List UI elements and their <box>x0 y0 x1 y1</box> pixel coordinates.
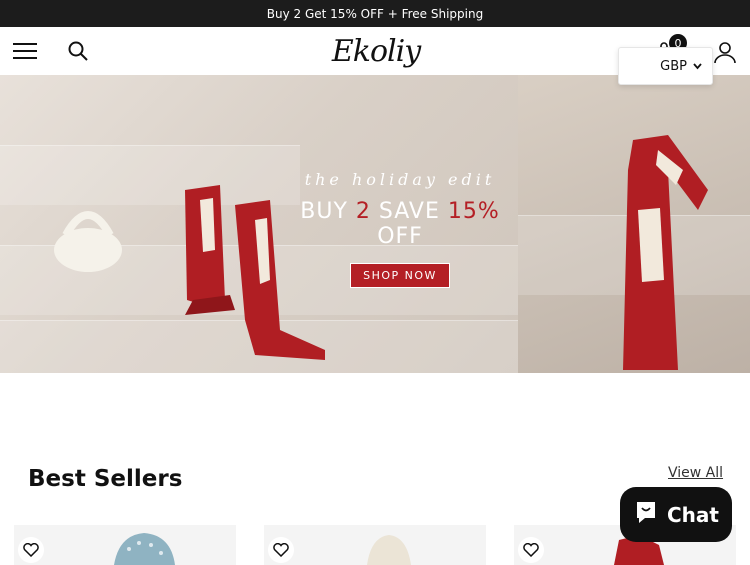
heart-icon[interactable] <box>518 537 544 563</box>
product-image <box>114 533 175 565</box>
chat-button[interactable]: Chat <box>620 487 732 542</box>
menu-icon[interactable] <box>12 39 38 63</box>
best-sellers-heading: Best Sellers <box>28 466 183 492</box>
announcement-text: Buy 2 Get 15% OFF + Free Shipping <box>266 6 484 21</box>
user-icon[interactable] <box>712 39 738 65</box>
hero-banner[interactable]: the holiday edit BUY 2 SAVE 15% OFF SHOP… <box>0 75 750 373</box>
chevron-down-icon <box>693 59 702 74</box>
promo-suffix: OFF <box>377 224 423 249</box>
promo-save: SAVE <box>370 199 448 224</box>
promo-number: 2 <box>355 199 371 224</box>
red-boot-right-illustration <box>623 135 708 370</box>
heart-icon[interactable] <box>268 537 294 563</box>
product-image <box>367 535 411 565</box>
hero-promo-block: the holiday edit BUY 2 SAVE 15% OFF SHOP… <box>280 170 520 288</box>
hero-image-right <box>518 75 750 373</box>
view-all-link[interactable]: View All <box>668 465 723 481</box>
promo-percent: 15% <box>447 199 500 224</box>
logo-text: Ekoliy <box>331 33 421 69</box>
chat-bubble-icon <box>633 499 659 530</box>
currency-selector[interactable]: GBP <box>618 47 713 85</box>
heart-icon[interactable] <box>18 537 44 563</box>
handbag-illustration <box>54 211 122 272</box>
shop-now-button[interactable]: SHOP NOW <box>350 263 450 288</box>
currency-value: GBP <box>660 58 687 74</box>
promo-prefix: BUY <box>300 199 356 224</box>
hero-promo-headline: BUY 2 SAVE 15% OFF <box>280 199 520 249</box>
product-card[interactable] <box>264 525 486 565</box>
announcement-bar: Buy 2 Get 15% OFF + Free Shipping <box>0 0 750 27</box>
search-icon[interactable] <box>66 39 90 63</box>
hero-tagline: the holiday edit <box>304 170 496 189</box>
chat-label: Chat <box>667 502 719 527</box>
brand-logo[interactable]: Ekoliy <box>326 29 426 73</box>
product-card[interactable] <box>14 525 236 565</box>
